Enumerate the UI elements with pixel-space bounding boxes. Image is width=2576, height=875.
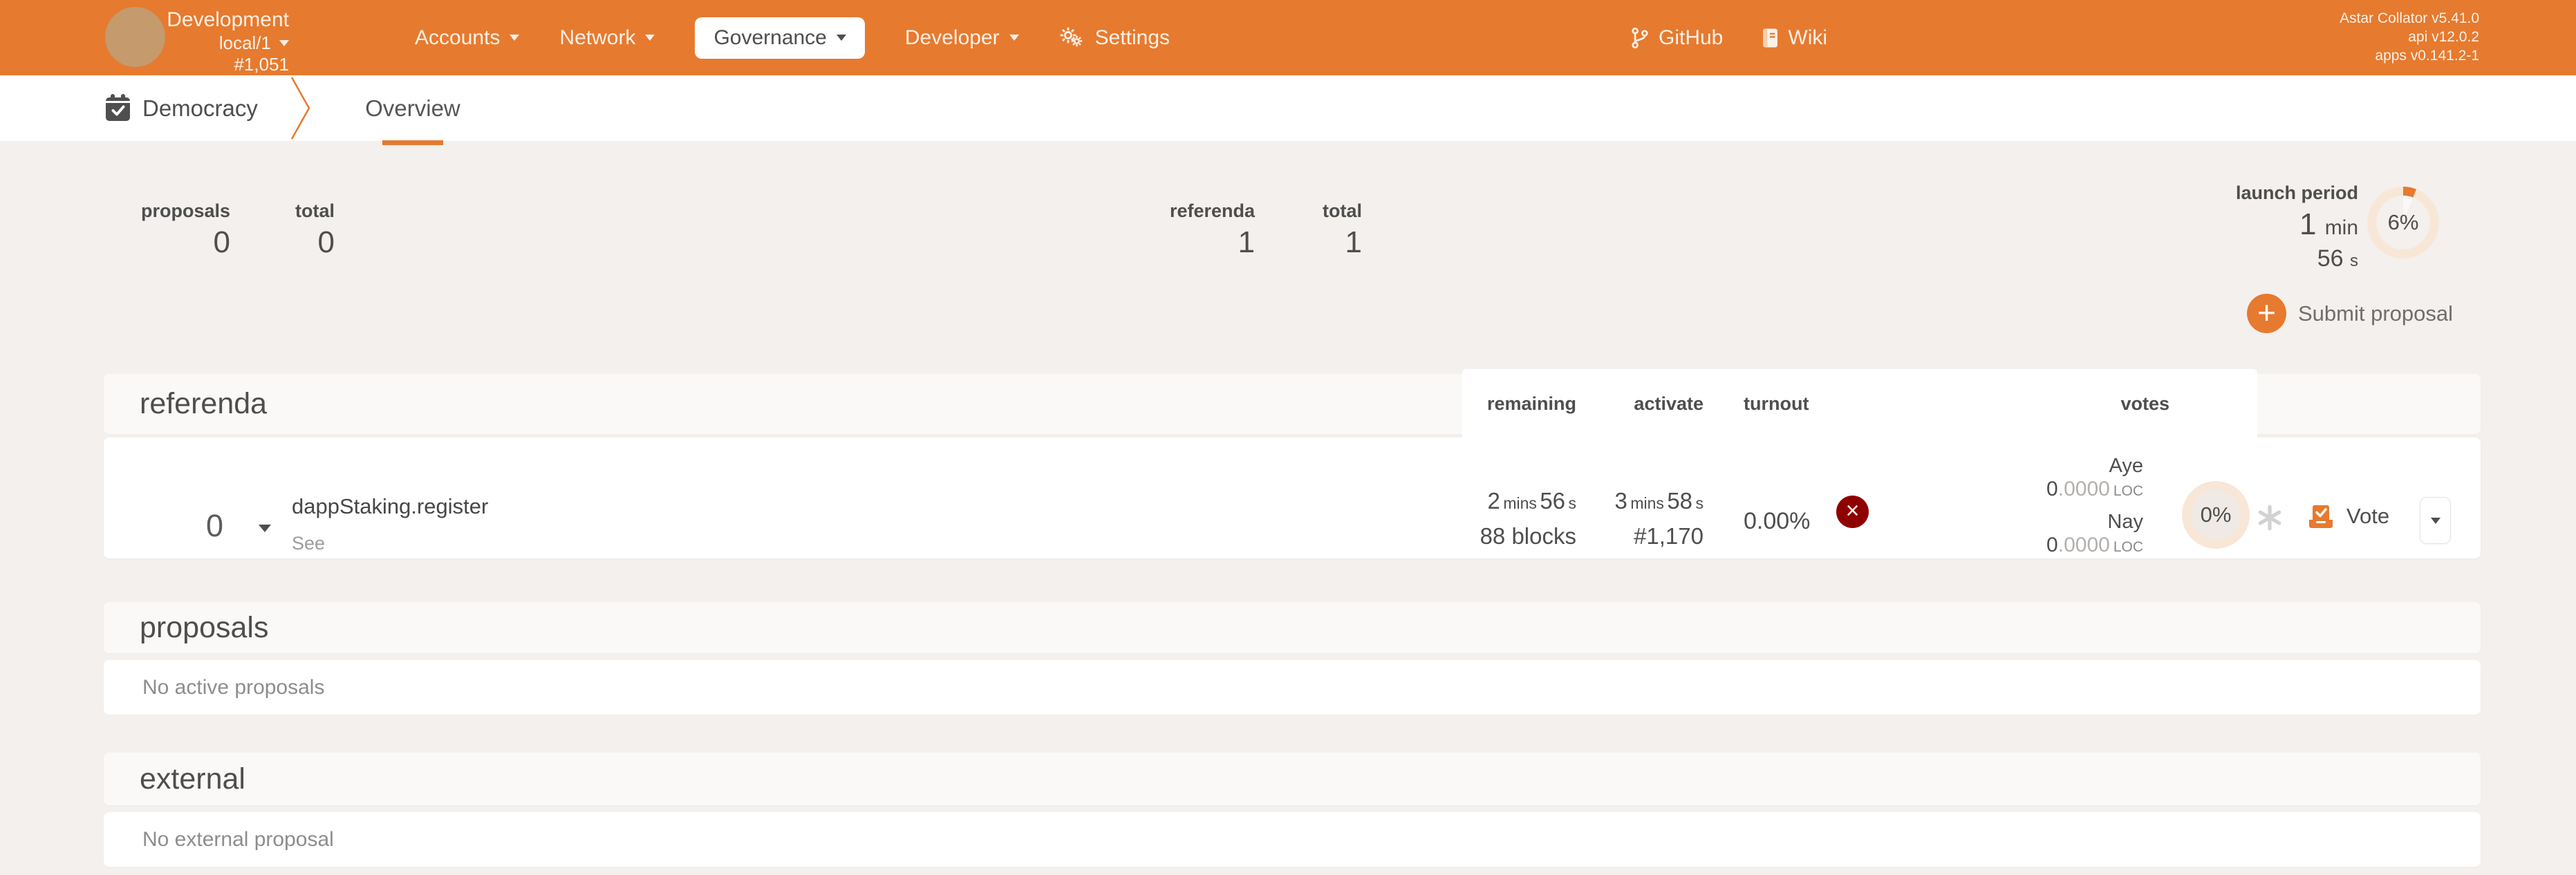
approval-progress-ring: 0%	[2182, 481, 2250, 549]
network-selector[interactable]: Development local/1 #1,051	[151, 8, 289, 75]
network-name: Development	[167, 8, 289, 32]
chevron-down-icon	[2431, 518, 2440, 524]
best-block-number: #1,051	[234, 54, 289, 75]
section-title-proposals: proposals	[140, 602, 268, 653]
node-version: Astar Collator v5.41.0	[2340, 9, 2479, 28]
ballot-box-icon	[2308, 504, 2334, 529]
stat-proposals-total: total 0	[295, 200, 335, 259]
launch-period-progress-ring: 6%	[2367, 187, 2439, 258]
external-empty-row: No external proposal	[104, 812, 2481, 867]
stat-launch-period: launch period 1 min 56 s	[2236, 182, 2358, 275]
proposals-table: proposals No active proposals	[104, 602, 2481, 715]
github-link[interactable]: GitHub	[1630, 26, 1723, 50]
referendum-row: 0 dappStaking.register See 2 mins 56 s 8…	[104, 438, 2481, 558]
plus-icon: +	[2247, 294, 2286, 333]
submit-proposal-button[interactable]: + Submit proposal	[2247, 294, 2453, 333]
democracy-overview-page: Development local/1 #1,051 Accounts Netw…	[0, 0, 2576, 875]
nav-developer[interactable]: Developer	[905, 26, 1019, 50]
chevron-down-icon	[510, 35, 519, 41]
cell-remaining: 2 mins 56 s 88 blocks	[1480, 486, 1576, 552]
proposals-table-header: proposals	[104, 602, 2481, 653]
calendar-check-icon	[105, 94, 131, 126]
top-bar: Development local/1 #1,051 Accounts Netw…	[0, 0, 2576, 75]
apps-version: apps v0.141.2-1	[2340, 46, 2479, 65]
col-header-votes: votes	[2120, 374, 2169, 434]
vote-options-dropdown[interactable]	[2420, 497, 2451, 544]
book-icon	[1762, 28, 1779, 48]
chevron-separator-icon	[289, 75, 312, 141]
launch-period-percent: 6%	[2388, 210, 2419, 235]
stat-referenda-total: total 1	[1323, 200, 1362, 259]
active-tab-underline	[382, 140, 443, 145]
vote-button[interactable]: Vote	[2308, 504, 2389, 529]
col-header-remaining: remaining	[1487, 374, 1576, 434]
nav-network[interactable]: Network	[559, 26, 655, 50]
chevron-down-icon	[837, 35, 846, 41]
nay-label: Nay	[2046, 510, 2143, 534]
chevron-down-icon	[259, 525, 271, 532]
referendum-method: dappStaking.register	[292, 494, 488, 519]
aye-label: Aye	[2046, 454, 2143, 478]
expand-row-button[interactable]	[259, 523, 271, 536]
col-header-turnout: turnout	[1744, 374, 1809, 434]
cell-turnout: 0.00%	[1744, 508, 1810, 535]
breadcrumb-bar: Democracy Overview	[0, 75, 2576, 141]
network-chain: local/1	[219, 32, 271, 54]
chevron-down-icon	[1009, 35, 1019, 41]
cell-activate: 3 mins 58 s #1,170	[1615, 486, 1704, 552]
nay-value: 0.0000LOC	[2046, 534, 2143, 559]
nav-accounts[interactable]: Accounts	[415, 26, 519, 50]
external-table: external No external proposal	[104, 753, 2481, 867]
nav-governance[interactable]: Governance	[695, 17, 864, 59]
wiki-link[interactable]: Wiki	[1762, 26, 1827, 50]
referenda-table: referenda remaining activate turnout vot…	[104, 374, 2481, 558]
stat-referenda: referenda 1	[1170, 200, 1255, 259]
gears-icon	[1059, 26, 1085, 50]
nav-settings[interactable]: Settings	[1059, 26, 1170, 50]
external-links: GitHub Wiki	[1630, 0, 1827, 75]
chevron-down-icon	[645, 35, 655, 41]
proposals-empty-row: No active proposals	[104, 660, 2481, 715]
referendum-id: 0	[206, 508, 223, 544]
asterisk-icon	[2256, 504, 2284, 531]
main-nav: Accounts Network Governance Developer	[415, 0, 1170, 75]
col-header-activate: activate	[1634, 374, 1704, 434]
referenda-table-header: referenda remaining activate turnout vot…	[104, 374, 2481, 434]
approval-percent: 0%	[2201, 502, 2232, 527]
chevron-down-icon	[279, 40, 289, 46]
section-title-referenda: referenda	[140, 374, 267, 434]
tab-overview[interactable]: Overview	[370, 75, 456, 141]
code-branch-icon	[1630, 27, 1650, 49]
referendum-description: See	[292, 533, 325, 554]
breadcrumb: Democracy	[142, 75, 258, 141]
aye-value: 0.0000LOC	[2046, 478, 2143, 503]
external-table-header: external	[104, 753, 2481, 805]
stat-proposals: proposals 0	[141, 200, 230, 259]
section-title-external: external	[140, 753, 245, 805]
cell-votes: Aye 0.0000LOC Nay 0.0000LOC	[2046, 454, 2143, 559]
version-info: Astar Collator v5.41.0 api v12.0.2 apps …	[2340, 9, 2479, 65]
failing-status-icon: ×	[1836, 496, 1869, 528]
api-version: api v12.0.2	[2340, 28, 2479, 46]
